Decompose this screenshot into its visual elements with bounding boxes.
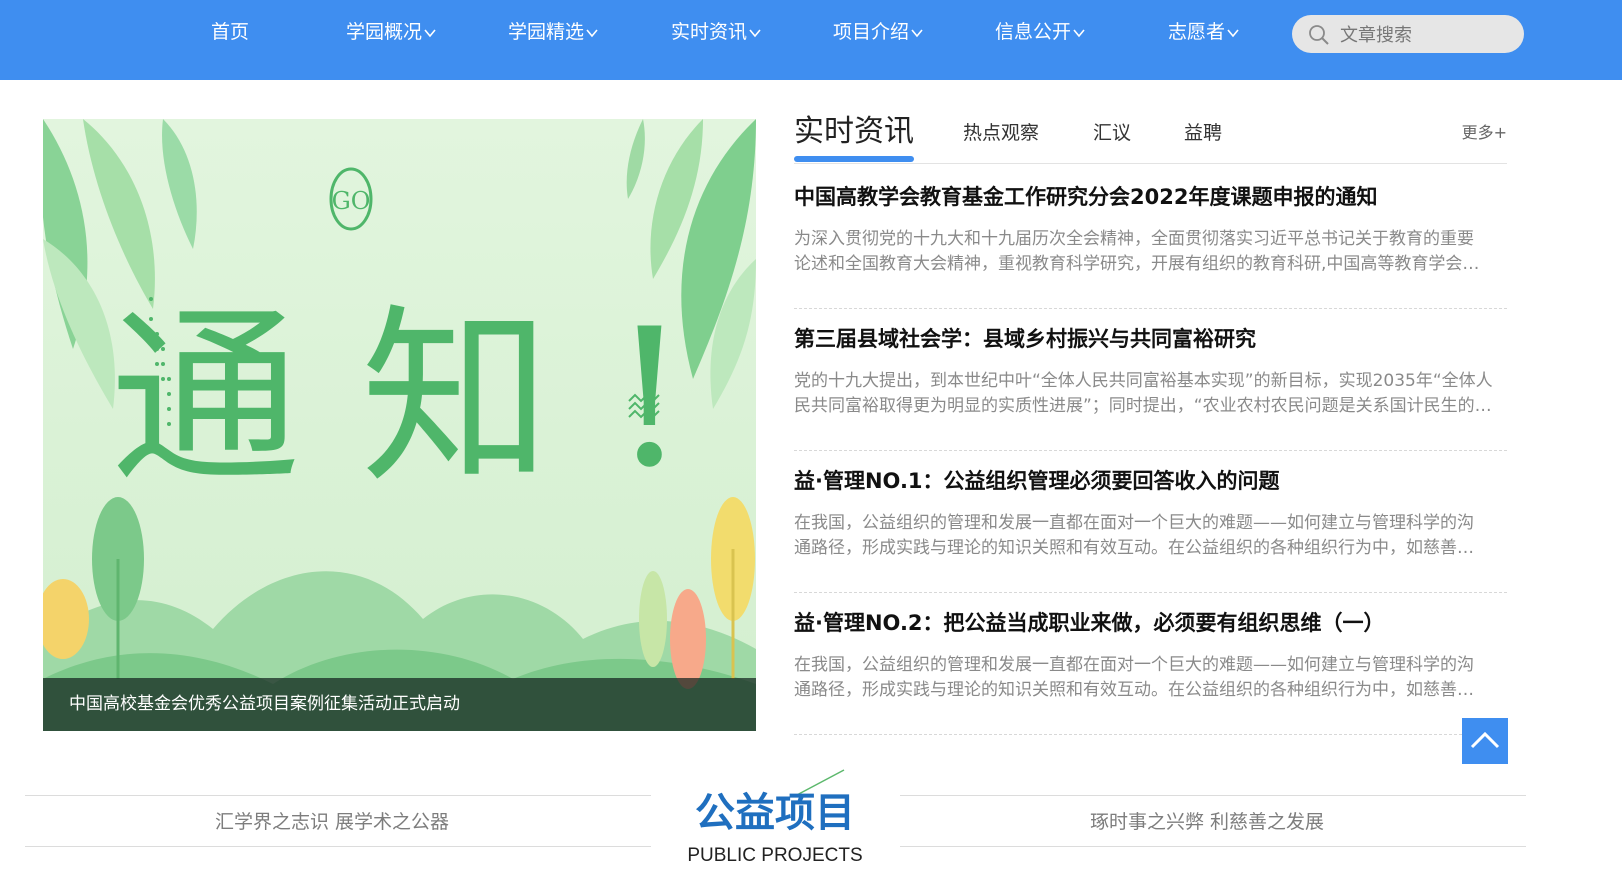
back-to-top-button[interactable] bbox=[1462, 718, 1508, 764]
news-item: 益·管理NO.2：把公益当成职业来做，必须要有组织思维（一） 在我国，公益组织的… bbox=[794, 593, 1507, 735]
nav-item-projects[interactable]: 项目介绍 bbox=[833, 14, 924, 50]
nav-item-label: 实时资讯 bbox=[671, 21, 748, 43]
more-link[interactable]: 更多+ bbox=[1462, 120, 1507, 146]
search-input[interactable] bbox=[1338, 19, 1512, 51]
section-divider bbox=[900, 846, 1526, 847]
news-summary: 在我国，公益组织的管理和发展一直都在面对一个巨大的难题——如何建立与管理科学的沟… bbox=[794, 511, 1507, 561]
section-divider bbox=[25, 846, 651, 847]
tab-realtime-news[interactable]: 实时资讯 bbox=[794, 110, 914, 154]
top-navigation-bar: 首页 学园概况 学园精选 实时资讯 项目介绍 信息公开 志愿者 bbox=[0, 0, 1622, 80]
chevron-down-icon bbox=[586, 28, 598, 37]
slogan-right: 琢时事之兴弊 利慈善之发展 bbox=[1090, 811, 1325, 833]
news-summary: 党的十九大提出，到本世纪中叶“全体人民共同富裕基本实现”的新目标，实现2035年… bbox=[794, 369, 1507, 419]
summary-line: 通路径，形成实践与理论的知识关照和有效互动。在公益组织的各种组织行为中，如慈善… bbox=[794, 538, 1474, 558]
nav-item-disclosure[interactable]: 信息公开 bbox=[995, 14, 1086, 50]
nav-item-news[interactable]: 实时资讯 bbox=[671, 14, 762, 50]
news-item: 中国高教学会教育基金工作研究分会2022年度课题申报的通知 为深入贯彻党的十九大… bbox=[794, 167, 1507, 309]
news-tabs: 实时资讯 热点观察 汇议 益聘 更多+ bbox=[794, 108, 1507, 164]
section-subtitle: PUBLIC PROJECTS bbox=[687, 845, 863, 866]
news-summary: 在我国，公益组织的管理和发展一直都在面对一个巨大的难题——如何建立与管理科学的沟… bbox=[794, 653, 1507, 703]
slogan-left: 汇学界之志识 展学术之公器 bbox=[215, 811, 450, 833]
section-divider bbox=[25, 795, 651, 796]
nav-item-label: 志愿者 bbox=[1168, 21, 1226, 43]
chevron-down-icon bbox=[911, 28, 923, 37]
nav-item-label: 信息公开 bbox=[995, 21, 1072, 43]
tab-conference[interactable]: 汇议 bbox=[1093, 118, 1131, 148]
tab-hot-observation[interactable]: 热点观察 bbox=[963, 118, 1039, 148]
nav-item-label: 学园精选 bbox=[508, 21, 585, 43]
search-icon[interactable] bbox=[1308, 24, 1330, 46]
summary-line: 在我国，公益组织的管理和发展一直都在面对一个巨大的难题——如何建立与管理科学的沟 bbox=[794, 513, 1474, 533]
nav-item-featured[interactable]: 学园精选 bbox=[508, 14, 599, 50]
section-title: 公益项目 bbox=[695, 789, 855, 836]
tab-recruitment[interactable]: 益聘 bbox=[1184, 118, 1222, 148]
active-tab-indicator bbox=[794, 156, 914, 162]
news-panel: 实时资讯 热点观察 汇议 益聘 更多+ 中国高教学会教育基金工作研究分会2022… bbox=[794, 108, 1507, 735]
summary-line: 民共同富裕取得更为明显的实质性进展”；同时提出，“农业农村农民问题是关系国计民生… bbox=[794, 396, 1492, 416]
search-box bbox=[1292, 15, 1524, 53]
news-title[interactable]: 中国高教学会教育基金工作研究分会2022年度课题申报的通知 bbox=[794, 181, 1507, 213]
section-divider bbox=[900, 795, 1526, 796]
news-summary: 为深入贯彻党的十九大和十九届历次全会精神，全面贯彻落实习近平总书记关于教育的重要… bbox=[794, 227, 1507, 277]
go-badge: GO bbox=[332, 187, 371, 215]
banner-carousel[interactable]: GO 通 知 ! 中国高校基金会优秀公益项目案例征集活动正式启动 bbox=[43, 119, 756, 731]
chevron-down-icon bbox=[1073, 28, 1085, 37]
chevron-down-icon bbox=[424, 28, 436, 37]
chevron-down-icon bbox=[1227, 28, 1239, 37]
summary-line: 通路径，形成实践与理论的知识关照和有效互动。在公益组织的各种组织行为中，如慈善… bbox=[794, 680, 1474, 700]
summary-line: 为深入贯彻党的十九大和十九届历次全会精神，全面贯彻落实习近平总书记关于教育的重要 bbox=[794, 229, 1474, 249]
banner-illustration: GO 通 知 ! bbox=[43, 119, 756, 731]
nav-item-label: 项目介绍 bbox=[833, 21, 910, 43]
chevron-down-icon bbox=[749, 28, 761, 37]
news-item: 第三届县域社会学：县域乡村振兴与共同富裕研究 党的十九大提出，到本世纪中叶“全体… bbox=[794, 309, 1507, 451]
banner-headline: 通 知 ! bbox=[110, 288, 687, 509]
news-title[interactable]: 益·管理NO.1：公益组织管理必须要回答收入的问题 bbox=[794, 465, 1507, 497]
nav-item-label: 首页 bbox=[211, 21, 250, 43]
summary-line: 在我国，公益组织的管理和发展一直都在面对一个巨大的难题——如何建立与管理科学的沟 bbox=[794, 655, 1474, 675]
nav-item-home[interactable]: 首页 bbox=[211, 14, 249, 50]
banner-caption[interactable]: 中国高校基金会优秀公益项目案例征集活动正式启动 bbox=[43, 678, 756, 731]
news-title[interactable]: 第三届县域社会学：县域乡村振兴与共同富裕研究 bbox=[794, 323, 1507, 355]
news-title[interactable]: 益·管理NO.2：把公益当成职业来做，必须要有组织思维（一） bbox=[794, 607, 1507, 639]
nav-item-label: 学园概况 bbox=[346, 21, 423, 43]
news-item: 益·管理NO.1：公益组织管理必须要回答收入的问题 在我国，公益组织的管理和发展… bbox=[794, 451, 1507, 593]
nav-item-volunteer[interactable]: 志愿者 bbox=[1168, 14, 1240, 50]
chevron-up-icon bbox=[1470, 731, 1500, 749]
summary-line: 党的十九大提出，到本世纪中叶“全体人民共同富裕基本实现”的新目标，实现2035年… bbox=[794, 371, 1493, 391]
summary-line: 论述和全国教育大会精神，重视教育科学研究，开展有组织的教育科研,中国高等教育学会… bbox=[794, 254, 1480, 274]
nav-item-about[interactable]: 学园概况 bbox=[346, 14, 437, 50]
